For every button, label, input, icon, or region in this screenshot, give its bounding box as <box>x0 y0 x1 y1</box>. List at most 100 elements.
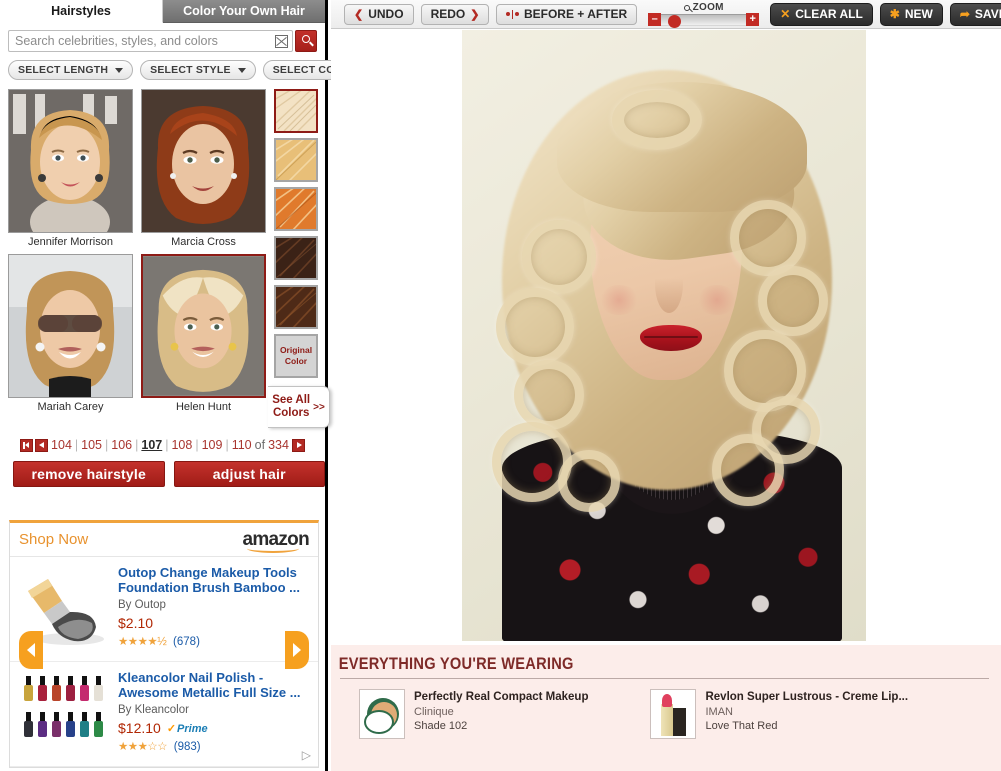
thumbnail-helen-hunt[interactable]: Helen Hunt <box>141 254 266 413</box>
thumbnail-photo <box>141 89 266 233</box>
select-length-dropdown[interactable]: SELECT LENGTH <box>8 60 134 80</box>
page-105[interactable]: 105 <box>80 438 103 452</box>
search-button[interactable] <box>295 30 317 52</box>
thumbnail-jennifer-morrison[interactable]: Jennifer Morrison <box>8 89 133 248</box>
thumbnail-row: Mariah Carey Helen Hunt <box>8 254 266 413</box>
amazon-review-count: (983) <box>173 741 201 753</box>
footer-product-shade: Shade 102 <box>414 720 468 732</box>
amazon-product-rating: ★★★☆☆ (983) <box>118 739 310 753</box>
zoom-slider-handle[interactable] <box>668 14 682 28</box>
first-page-icon[interactable] <box>20 438 34 452</box>
page-109[interactable]: 109 <box>201 438 224 452</box>
clear-x-icon[interactable] <box>275 35 288 48</box>
thumbnail-mariah-carey[interactable]: Mariah Carey <box>8 254 133 413</box>
page-106[interactable]: 106 <box>110 438 133 452</box>
footer-product-item[interactable]: Perfectly Real Compact Makeup Clinique S… <box>359 689 588 739</box>
amazon-ad-widget: Shop Now amazon Outop Change Makeup Tool… <box>9 520 319 768</box>
select-style-dropdown[interactable]: SELECT STYLE <box>140 60 256 80</box>
before-after-icon <box>506 9 519 19</box>
zoom-slider[interactable]: – + <box>648 13 760 28</box>
hair-texture-icon <box>276 238 316 278</box>
save-or-share-button[interactable]: ➦ SAVE OR SHARE <box>949 2 1001 26</box>
amazon-product-title[interactable]: Kleancolor Nail Polish - Awesome Metalli… <box>118 670 310 700</box>
remove-hairstyle-label: remove hairstyle <box>31 466 146 482</box>
new-button[interactable]: ✱ NEW <box>879 2 943 26</box>
remove-hairstyle-button[interactable]: remove hairstyle <box>13 461 165 487</box>
footer-product-text: Perfectly Real Compact Makeup Clinique S… <box>414 689 588 739</box>
share-icon: ➦ <box>959 7 970 21</box>
portrait-art <box>143 256 264 396</box>
portrait-art <box>9 255 132 397</box>
footer-product-list: Perfectly Real Compact Makeup Clinique S… <box>331 679 1001 739</box>
tab-hairstyles[interactable]: Hairstyles <box>0 0 163 23</box>
page-108[interactable]: 108 <box>170 438 193 452</box>
page-separator: | <box>105 438 109 452</box>
zoom-control: ZOOM – + <box>648 2 760 28</box>
hair-curl <box>522 220 596 294</box>
footer-product-item[interactable]: Revlon Super Lustrous - Creme Lip... IMA… <box>650 689 908 739</box>
page-separator: | <box>74 438 79 452</box>
adjust-hair-label: adjust hair <box>212 466 286 482</box>
hair-texture-icon <box>276 140 316 180</box>
see-all-colors-line1: See All <box>272 394 311 406</box>
model-photo[interactable] <box>462 30 866 641</box>
swatch-original-color[interactable]: Original Color <box>274 334 318 378</box>
star-rating-icon: ★★★★½ <box>118 636 167 648</box>
swatch-chestnut-brown[interactable] <box>274 285 318 329</box>
amazon-review-count: (678) <box>173 636 200 648</box>
adjust-hair-button[interactable]: adjust hair <box>173 461 325 487</box>
next-page-icon[interactable] <box>291 438 305 452</box>
clear-all-button[interactable]: ✕ CLEAR ALL <box>770 2 873 26</box>
footer-product-name[interactable]: Revlon Super Lustrous - Creme Lip... <box>705 690 908 704</box>
amazon-shop-now-label[interactable]: Shop Now <box>19 531 88 548</box>
swatch-dark-brown[interactable] <box>274 236 318 280</box>
clear-all-label: CLEAR ALL <box>795 7 863 21</box>
original-color-line1: Original <box>279 345 313 355</box>
zoom-slider-track[interactable] <box>661 13 747 28</box>
zoom-in-button[interactable]: + <box>746 13 760 26</box>
prime-badge-icon: Prime <box>167 722 208 735</box>
tab-color-your-own-hair-label: Color Your Own Hair <box>183 4 305 18</box>
select-length-label: SELECT LENGTH <box>18 64 109 76</box>
swatch-platinum-blonde[interactable] <box>274 89 318 133</box>
see-all-colors-button[interactable]: See All Colors >> <box>268 386 330 428</box>
page-110[interactable]: 110 <box>231 438 253 452</box>
page-separator: | <box>135 438 139 452</box>
sparkle-icon: ✱ <box>889 7 900 21</box>
thumbnail-photo <box>141 254 266 398</box>
zoom-out-button[interactable]: – <box>648 13 662 26</box>
before-after-button[interactable]: BEFORE + AFTER <box>496 3 638 25</box>
undo-button[interactable]: ❮ UNDO <box>344 3 414 25</box>
hair-texture-icon <box>276 189 316 229</box>
nose <box>655 255 683 313</box>
thumbnail-marcia-cross[interactable]: Marcia Cross <box>141 89 266 248</box>
cheek-right <box>696 285 738 315</box>
carousel-next-icon[interactable] <box>285 631 309 669</box>
page-current[interactable]: 107 <box>140 438 163 452</box>
search-input[interactable] <box>13 31 263 51</box>
portrait-art <box>9 90 132 232</box>
swatch-copper-red[interactable] <box>274 187 318 231</box>
amazon-product-item[interactable]: Outop Change Makeup Tools Foundation Bru… <box>10 557 318 662</box>
footer-product-shade: Love That Red <box>705 720 778 732</box>
prev-page-icon[interactable] <box>35 438 49 452</box>
tab-color-your-own-hair[interactable]: Color Your Own Hair <box>163 0 325 23</box>
footer-product-name[interactable]: Perfectly Real Compact Makeup <box>414 690 588 704</box>
adchoices-icon[interactable]: ▷ <box>302 748 311 762</box>
amazon-logo: amazon <box>242 528 310 553</box>
lipstick-icon <box>650 689 697 739</box>
pagination-total: 334 <box>268 438 289 452</box>
page-104[interactable]: 104 <box>50 438 73 452</box>
swatch-golden-blonde[interactable] <box>274 138 318 182</box>
amazon-product-item[interactable]: Kleancolor Nail Polish - Awesome Metalli… <box>10 662 318 767</box>
hair-curl <box>496 288 574 366</box>
thumbnail-caption: Jennifer Morrison <box>28 236 113 248</box>
redo-button[interactable]: REDO ❯ <box>420 3 490 25</box>
photo-canvas[interactable] <box>331 30 1001 644</box>
magnifier-icon <box>302 35 310 43</box>
carousel-prev-icon[interactable] <box>19 631 43 669</box>
amazon-product-title[interactable]: Outop Change Makeup Tools Foundation Bru… <box>118 565 310 595</box>
chevron-left-icon: ❮ <box>354 8 364 21</box>
page-separator: | <box>165 438 169 452</box>
amazon-product-brand: By Kleancolor <box>118 704 189 716</box>
